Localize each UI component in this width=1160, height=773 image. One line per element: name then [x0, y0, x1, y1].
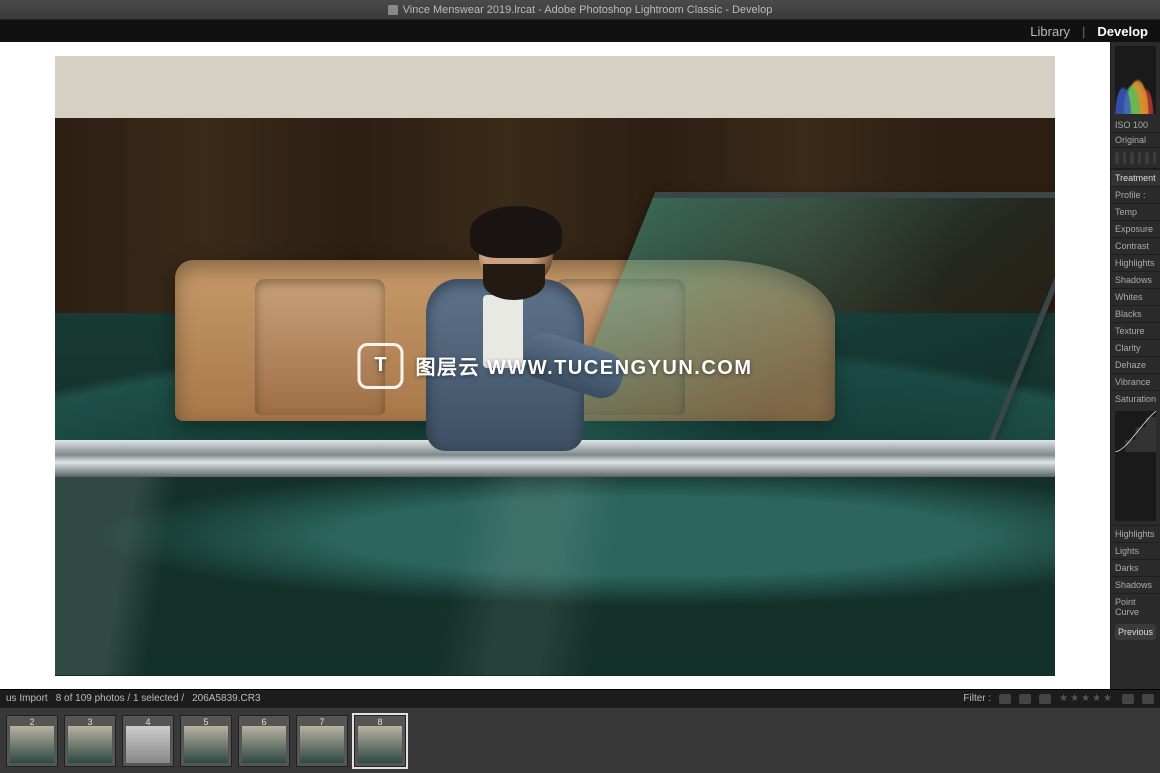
- tone-highlights[interactable]: Highlights: [1111, 525, 1160, 542]
- filter-label: Filter :: [963, 693, 991, 704]
- spot-tool-icon[interactable]: [1123, 152, 1127, 164]
- thumb-image: [184, 726, 228, 763]
- slider-exposure[interactable]: Exposure: [1111, 220, 1160, 237]
- slider-whites[interactable]: Whites: [1111, 288, 1160, 305]
- filmstrip-thumb[interactable]: 5: [180, 715, 232, 767]
- filter-lock-icon[interactable]: [1142, 694, 1154, 704]
- window-titlebar: Vince Menswear 2019.lrcat - Adobe Photos…: [0, 0, 1160, 20]
- previous-button[interactable]: Previous: [1115, 624, 1156, 640]
- thumb-image: [300, 726, 344, 763]
- slider-dehaze[interactable]: Dehaze: [1111, 356, 1160, 373]
- local-tools-strip: [1111, 148, 1160, 169]
- tone-shadows[interactable]: Shadows: [1111, 576, 1160, 593]
- filter-pick-icon[interactable]: [1019, 694, 1031, 704]
- filter-rating-stars[interactable]: ★★★★★: [1059, 693, 1114, 704]
- filmstrip-thumb[interactable]: 3: [64, 715, 116, 767]
- brush-tool-icon[interactable]: [1153, 152, 1157, 164]
- module-develop[interactable]: Develop: [1093, 24, 1152, 39]
- photo-region-windshield: [555, 192, 1055, 440]
- module-library[interactable]: Library: [1026, 24, 1074, 39]
- tone-darks[interactable]: Darks: [1111, 559, 1160, 576]
- filmstrip-thumb[interactable]: 7: [296, 715, 348, 767]
- tone-lights[interactable]: Lights: [1111, 542, 1160, 559]
- loupe-view[interactable]: T 图层云 WWW.TUCENGYUN.COM: [0, 42, 1110, 689]
- filter-color-icon[interactable]: [1122, 694, 1134, 704]
- app-icon: [388, 5, 398, 15]
- point-curve-row[interactable]: Point Curve: [1111, 593, 1160, 620]
- filmstrip-thumb[interactable]: 8: [354, 715, 406, 767]
- window-title: Vince Menswear 2019.lrcat - Adobe Photos…: [403, 4, 773, 16]
- filmstrip[interactable]: 2345678: [0, 707, 1160, 773]
- filmstrip-thumb[interactable]: 4: [122, 715, 174, 767]
- thumb-image: [126, 726, 170, 763]
- module-picker: Library | Develop: [0, 20, 1160, 42]
- slider-saturation[interactable]: Saturation: [1111, 390, 1160, 407]
- photo-region-hood: [55, 477, 1055, 675]
- filmstrip-thumb[interactable]: 6: [238, 715, 290, 767]
- filter-reject-icon[interactable]: [1039, 694, 1051, 704]
- filmstrip-thumb[interactable]: 2: [6, 715, 58, 767]
- crop-tool-icon[interactable]: [1115, 152, 1119, 164]
- treatment-header[interactable]: Treatment: [1111, 169, 1160, 186]
- photo-count: 8 of 109 photos / 1 selected /: [56, 693, 184, 704]
- slider-highlights[interactable]: Highlights: [1111, 254, 1160, 271]
- radial-tool-icon[interactable]: [1145, 152, 1149, 164]
- source-label[interactable]: us Import: [6, 693, 48, 704]
- slider-clarity[interactable]: Clarity: [1111, 339, 1160, 356]
- slider-temp[interactable]: Temp: [1111, 203, 1160, 220]
- thumb-image: [358, 726, 402, 763]
- work-area: T 图层云 WWW.TUCENGYUN.COM ISO 100 Original…: [0, 42, 1160, 689]
- thumb-image: [68, 726, 112, 763]
- slider-texture[interactable]: Texture: [1111, 322, 1160, 339]
- develop-right-panel[interactable]: ISO 100 Original Treatment Profile : Tem…: [1110, 42, 1160, 689]
- thumb-image: [10, 726, 54, 763]
- tone-curve[interactable]: [1115, 411, 1156, 521]
- slider-contrast[interactable]: Contrast: [1111, 237, 1160, 254]
- redeye-tool-icon[interactable]: [1130, 152, 1134, 164]
- main-photo: T 图层云 WWW.TUCENGYUN.COM: [55, 56, 1055, 676]
- exif-iso: ISO 100: [1111, 118, 1160, 133]
- slider-vibrance[interactable]: Vibrance: [1111, 373, 1160, 390]
- current-filename: 206A5839.CR3: [192, 693, 260, 704]
- filter-flag-icon[interactable]: [999, 694, 1011, 704]
- original-toggle[interactable]: Original: [1111, 133, 1160, 148]
- histogram[interactable]: [1115, 46, 1156, 114]
- module-separator: |: [1082, 24, 1085, 39]
- thumb-image: [242, 726, 286, 763]
- grad-tool-icon[interactable]: [1138, 152, 1142, 164]
- filmstrip-toolbar: us Import 8 of 109 photos / 1 selected /…: [0, 689, 1160, 707]
- slider-shadows[interactable]: Shadows: [1111, 271, 1160, 288]
- photo-region-subject: [395, 217, 615, 477]
- profile-row[interactable]: Profile :: [1111, 186, 1160, 203]
- photo-region-seat: [255, 279, 385, 415]
- slider-blacks[interactable]: Blacks: [1111, 305, 1160, 322]
